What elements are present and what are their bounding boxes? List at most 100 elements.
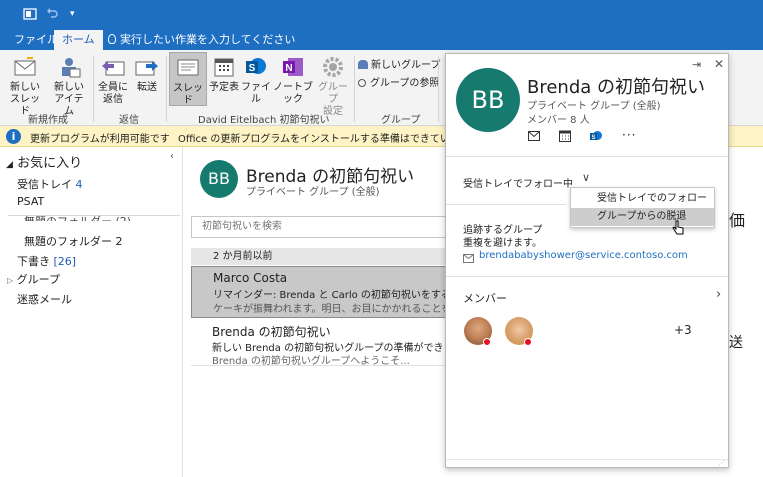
sharepoint-icon: S	[243, 54, 269, 80]
new-items-button[interactable]: 新しい アイテム	[50, 54, 88, 118]
folder-drafts[interactable]: 下書き [26]	[17, 253, 76, 269]
folder-untitled-2[interactable]: 無題のフォルダー 2	[24, 233, 123, 249]
folder-groups-label: グループ	[16, 273, 60, 286]
message-sender: Brenda の初節句祝い	[212, 325, 331, 339]
gear-icon	[320, 54, 346, 80]
ribbon-separator	[166, 56, 167, 122]
group-search-input[interactable]: 初節句祝いを検索	[191, 216, 447, 238]
calendar-icon	[211, 54, 237, 80]
card-footer-divider	[446, 459, 728, 460]
card-divider	[446, 204, 566, 205]
date-group-header[interactable]: 2 か月前以前	[191, 248, 447, 265]
group-label-reply: 返信	[119, 115, 139, 126]
ribbon-separator	[354, 56, 355, 122]
undo-icon[interactable]	[46, 7, 58, 22]
new-thread-button[interactable]: 新しい スレッド	[6, 54, 44, 118]
follow-dropdown-menu: 受信トレイでのフォローの停止 グループからの脱退	[570, 187, 715, 228]
close-icon[interactable]: ✕	[714, 57, 724, 71]
group-email-link[interactable]: brendababyshower@service.contoso.com	[479, 250, 688, 261]
reading-pane-text-fragment: 送	[729, 335, 743, 351]
reading-pane: 価 送	[729, 147, 763, 477]
favorites-header[interactable]: ◢ お気に入り	[6, 152, 82, 171]
collapse-icon: ◢	[6, 160, 13, 170]
card-group-type: プライベート グループ (全般)	[527, 101, 661, 112]
menu-stop-following[interactable]: 受信トレイでのフォローの停止	[571, 190, 714, 222]
resize-grip-icon[interactable]: ⋰	[718, 459, 725, 467]
members-header[interactable]: メンバー	[463, 290, 507, 306]
folder-groups[interactable]: ▷ グループ	[7, 271, 60, 287]
notebook-button[interactable]: N ノートブック	[272, 54, 314, 106]
tell-me-box[interactable]: 実行したい作業を入力してください	[108, 30, 295, 49]
notebook-label: ノートブック	[273, 82, 313, 105]
info-icon: i	[6, 129, 21, 144]
message-subject: リマインダー: Brenda と Carlo の初節句祝いをする予定...	[213, 290, 445, 301]
files-button[interactable]: S ファイル	[241, 54, 271, 106]
group-settings-button[interactable]: グループ 設定	[314, 54, 352, 118]
pin-icon[interactable]: ⇥	[692, 58, 701, 71]
info-bar-title: 更新プログラムが利用可能です	[30, 134, 170, 145]
card-group-avatar: BB	[456, 68, 520, 132]
folder-untitled-1[interactable]: 無題のフォルダー (2)	[24, 213, 131, 221]
message-item-selected[interactable]: Marco Costa リマインダー: Brenda と Carlo の初節句祝…	[191, 266, 447, 318]
customize-quick-access-icon[interactable]: ▾	[70, 9, 75, 19]
forward-button[interactable]: 転送	[133, 54, 161, 94]
onenote-icon: N	[280, 54, 306, 80]
folder-inbox[interactable]: 受信トレイ 4	[17, 176, 83, 192]
tell-me-text: 実行したい作業を入力してください	[120, 33, 296, 46]
thread-icon	[175, 55, 201, 81]
ribbon-tab-row: ファイル ホーム 実行したい作業を入力してください	[0, 30, 763, 50]
folder-psat[interactable]: PSAT	[17, 195, 44, 208]
calendar-icon[interactable]	[559, 130, 571, 145]
group-label-groups: グループ	[381, 115, 421, 126]
collapse-pane-icon[interactable]: ‹	[170, 151, 174, 162]
card-divider	[446, 156, 728, 157]
card-group-name: Brenda の初節句祝い	[527, 77, 706, 98]
tab-home[interactable]: ホーム	[54, 30, 103, 50]
forward-icon	[134, 54, 160, 80]
presence-busy-icon	[524, 338, 532, 346]
thread-label: スレッド	[173, 83, 203, 106]
mail-icon[interactable]	[528, 131, 540, 144]
lightbulb-icon	[108, 34, 116, 44]
group-avatar: BB	[200, 160, 238, 198]
ribbon-separator	[438, 56, 439, 122]
message-preview: ケーキが振舞われます。明日、お目にかかれることを楽しみにして	[213, 304, 445, 315]
list-divider	[191, 365, 447, 366]
track-text-2: 重複を避けます。	[463, 238, 542, 249]
folder-drafts-label: 下書き	[17, 255, 50, 268]
mouse-cursor-icon	[672, 220, 684, 239]
message-item[interactable]: Brenda の初節句祝い 新しい Brenda の初節句祝いグループの準備がで…	[191, 319, 447, 367]
group-label-new: 新規作成	[28, 115, 68, 126]
drafts-count: [26]	[53, 255, 77, 268]
people-icon	[358, 60, 368, 69]
reply-all-button[interactable]: 全員に 返信	[98, 54, 128, 106]
menu-leave-group[interactable]: グループからの脱退	[571, 208, 714, 226]
svg-text:S: S	[249, 63, 256, 74]
reply-all-icon	[100, 54, 126, 80]
new-group-button[interactable]: 新しいグループ	[358, 56, 440, 71]
calendar-button[interactable]: 予定表	[207, 54, 241, 94]
folder-inbox-label: 受信トレイ	[17, 178, 72, 191]
email-icon	[463, 253, 474, 266]
more-members-count[interactable]: +3	[674, 323, 692, 337]
group-contact-card: ⇥ ✕ BB Brenda の初節句祝い プライベート グループ (全般) メン…	[445, 53, 729, 468]
folder-junk[interactable]: 迷惑メール	[17, 291, 72, 307]
more-options-icon[interactable]: ···	[622, 128, 636, 142]
new-mail-icon	[12, 54, 38, 80]
chevron-right-icon[interactable]: ›	[716, 287, 721, 302]
sharepoint-icon[interactable]: S	[589, 129, 603, 146]
title-bar: ▾	[0, 0, 763, 30]
reading-pane-text-fragment: 価	[729, 211, 746, 230]
folder-pane: ◢ お気に入り ‹ 受信トレイ 4 PSAT 無題のフォルダー (2) 無題のフ…	[0, 147, 183, 477]
new-items-icon	[56, 54, 82, 80]
group-type: プライベート グループ (全般)	[246, 187, 380, 198]
favorites-label: お気に入り	[17, 156, 83, 171]
ribbon-separator	[93, 56, 94, 122]
chevron-down-icon[interactable]: ∨	[582, 171, 590, 184]
inbox-unread-count: 4	[75, 178, 83, 191]
browse-groups-button[interactable]: グループの参照	[358, 74, 439, 89]
thread-button[interactable]: スレッド	[169, 52, 207, 106]
card-member-count: メンバー 8 人	[527, 115, 590, 126]
browse-groups-label: グループの参照	[370, 78, 440, 89]
svg-text:N: N	[285, 63, 292, 74]
